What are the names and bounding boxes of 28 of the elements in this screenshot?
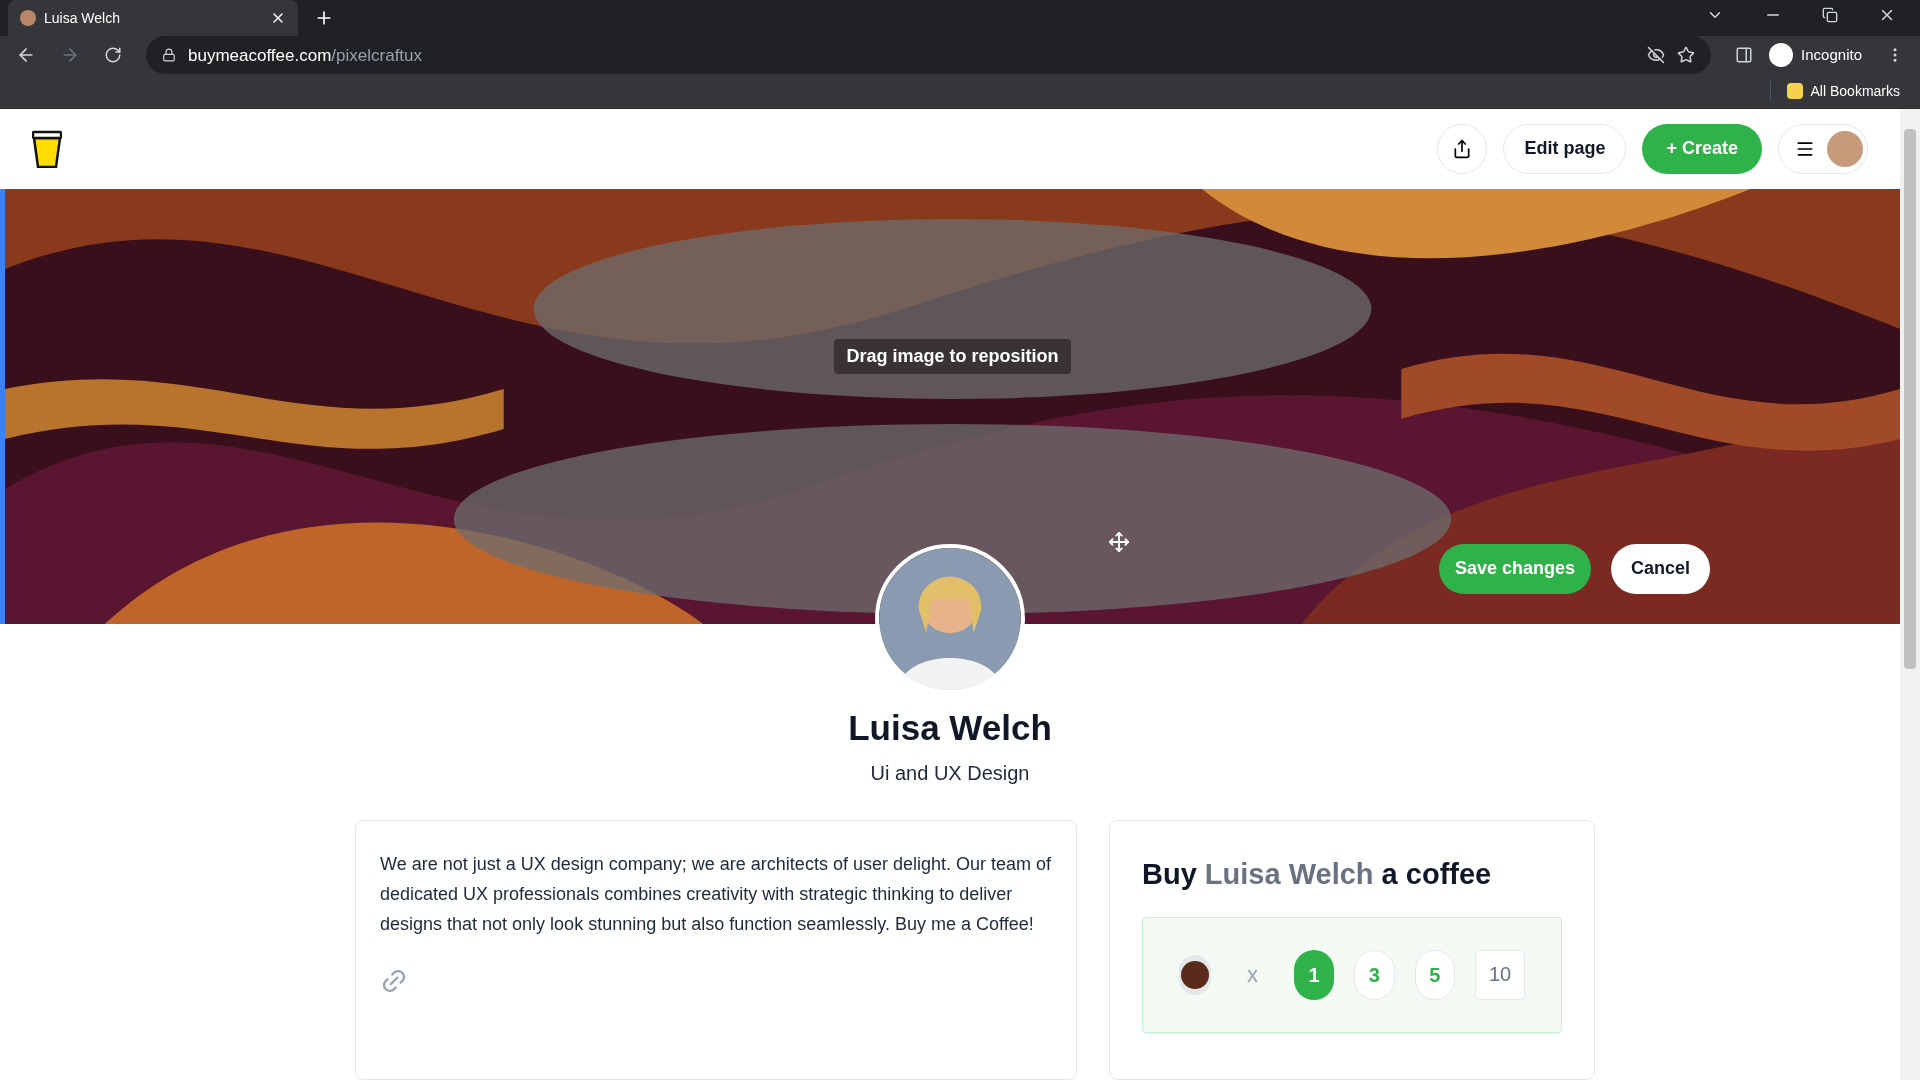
profile-tagline: Ui and UX Design (870, 761, 1030, 786)
scrollbar-thumb[interactable] (1904, 128, 1916, 669)
address-bar[interactable]: buymeacoffee.com/pixelcraftux (146, 36, 1712, 75)
profile-chip[interactable]: Incognito (1769, 43, 1862, 68)
edit-page-button[interactable]: Edit page (1503, 123, 1627, 174)
about-text: We are not just a UX design company; we are architects of user delight. Our team of dedicated UX professionals combines creativity with strategic thinking to deliver designs that not only look stunning but also function seamlessly. Buy me a Coffee! (380, 853, 1052, 936)
bookmarks-button[interactable]: All Bookmarks (1769, 81, 1900, 102)
reposition-hint: Drag image to reposition (834, 338, 1071, 374)
avatar-icon (20, 10, 36, 26)
restore-icon[interactable] (1822, 7, 1838, 23)
folder-icon (1786, 83, 1803, 100)
multiply-sign: x (1247, 961, 1259, 989)
eye-off-icon[interactable] (1647, 46, 1666, 65)
quantity-input[interactable]: 10 (1475, 949, 1525, 1000)
browser-tab[interactable]: Luisa Welch (8, 0, 298, 36)
profile-name: Luisa Welch (848, 706, 1052, 749)
cup-logo-icon[interactable] (32, 129, 62, 168)
url-text: buymeacoffee.com/pixelcraftux (188, 44, 424, 67)
coffee-cup-icon (1179, 954, 1212, 995)
share-icon (1452, 138, 1473, 159)
side-panel-icon[interactable] (1735, 46, 1754, 65)
lock-icon (162, 48, 176, 63)
tab-title: Luisa Welch (44, 9, 121, 28)
avatar-icon (1827, 130, 1863, 167)
support-title: Buy Luisa Welch a coffee (1142, 857, 1493, 892)
reload-icon[interactable] (104, 46, 122, 65)
bookmark-star-icon[interactable] (1677, 46, 1696, 65)
move-cursor-icon (1108, 530, 1130, 553)
